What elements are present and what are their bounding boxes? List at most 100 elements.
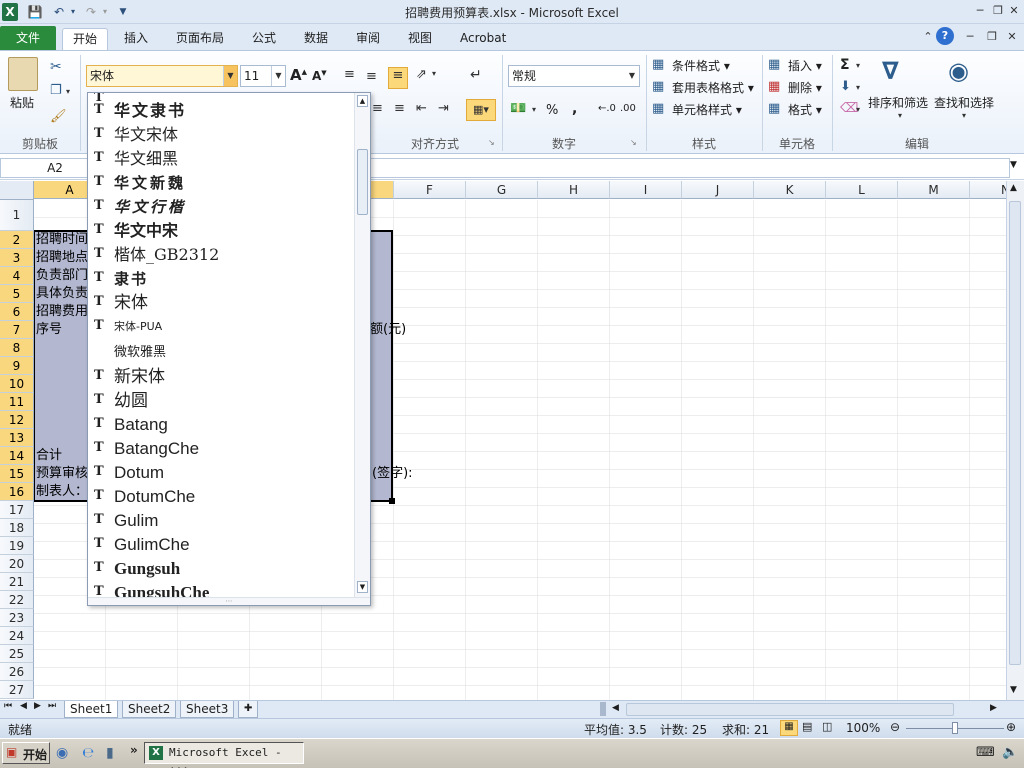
workbook-minimize-icon[interactable]: ─: [960, 28, 980, 46]
cell-a2[interactable]: 招聘时间: [34, 231, 88, 249]
font-option[interactable]: T 华文隶书: [88, 99, 354, 123]
tab-page-layout[interactable]: 页面布局: [166, 28, 234, 50]
font-option[interactable]: T Dotum: [88, 461, 354, 485]
cell-a14[interactable]: 合计: [34, 447, 62, 465]
cell-e15[interactable]: (签字):: [370, 465, 413, 483]
format-cells-button[interactable]: 格式 ▾: [788, 101, 822, 118]
page-break-view-icon[interactable]: ◫: [822, 720, 832, 733]
decrease-decimal-icon[interactable]: .00: [620, 103, 636, 114]
alignment-launcher-icon[interactable]: ↘: [488, 138, 495, 147]
row-header[interactable]: 11: [0, 393, 34, 411]
font-option[interactable]: T 宋体: [88, 291, 354, 315]
row-header[interactable]: 3: [0, 249, 34, 267]
row-header[interactable]: 4: [0, 267, 34, 285]
align-right-icon[interactable]: ≡: [394, 101, 405, 116]
row-header[interactable]: 24: [0, 627, 34, 645]
sort-filter-icon[interactable]: ∇: [882, 57, 899, 85]
format-painter-icon[interactable]: 🖌: [50, 109, 67, 124]
align-middle-icon[interactable]: ≡: [366, 69, 377, 84]
orientation-dropdown-icon[interactable]: ▾: [432, 69, 436, 78]
font-option[interactable]: T 幼圆: [88, 389, 354, 413]
row-header[interactable]: 19: [0, 537, 34, 555]
column-header[interactable]: L: [826, 181, 898, 199]
column-header[interactable]: J: [682, 181, 754, 199]
currency-format-icon[interactable]: 💵: [510, 101, 526, 116]
row-header[interactable]: 21: [0, 573, 34, 591]
number-format-dropdown-icon[interactable]: ▼: [625, 66, 639, 86]
resize-grip-icon[interactable]: ⋯: [88, 597, 370, 605]
align-bottom-icon[interactable]: ≡: [388, 67, 408, 89]
font-size-value[interactable]: 11: [244, 69, 259, 83]
tab-insert[interactable]: 插入: [114, 28, 158, 50]
sheet-tab-sheet1[interactable]: Sheet1: [64, 701, 119, 718]
tab-review[interactable]: 审阅: [346, 28, 390, 50]
delete-cells-button[interactable]: 删除 ▾: [788, 79, 822, 96]
row-header[interactable]: 1: [0, 200, 34, 231]
zoom-out-icon[interactable]: ⊖: [890, 720, 900, 734]
select-all-corner[interactable]: [0, 181, 34, 200]
font-scroll-thumb[interactable]: [357, 149, 368, 215]
cell-a6[interactable]: 招聘费用: [34, 303, 88, 321]
font-list-scrollbar[interactable]: ▲ ▼: [354, 93, 370, 597]
row-header[interactable]: 17: [0, 501, 34, 519]
fill-icon[interactable]: ⬇: [840, 79, 851, 94]
cell-styles-icon[interactable]: ▦: [652, 101, 664, 116]
font-option[interactable]: T 新宋体: [88, 365, 354, 389]
row-header[interactable]: 8: [0, 339, 34, 357]
font-name-combobox[interactable]: 宋体 ▼: [86, 65, 238, 87]
font-option[interactable]: T 华文新魏: [88, 171, 354, 195]
minimize-ribbon-icon[interactable]: ⌃: [918, 28, 938, 46]
row-header[interactable]: 20: [0, 555, 34, 573]
row-header[interactable]: 10: [0, 375, 34, 393]
shrink-font-icon[interactable]: A▼: [312, 69, 327, 83]
cell-a16[interactable]: 制表人：: [34, 483, 88, 501]
insert-sheet-icon[interactable]: ✚: [238, 701, 259, 718]
column-header[interactable]: K: [754, 181, 826, 199]
cut-icon[interactable]: ✂: [50, 59, 62, 75]
font-option[interactable]: T 华文中宋: [88, 219, 354, 243]
font-dropdown-list[interactable]: T​ T华文隶书 T华文宋体 T华文细黑 T华文新魏 T华文行楷 T华文中宋 T…: [87, 92, 371, 606]
workbook-close-icon[interactable]: ✕: [1002, 28, 1022, 46]
copy-icon[interactable]: ❐: [50, 83, 62, 98]
grow-font-icon[interactable]: A▲: [290, 66, 307, 84]
tab-home[interactable]: 开始: [62, 28, 109, 50]
row-header[interactable]: 2: [0, 231, 34, 249]
insert-cells-icon[interactable]: ▦: [768, 57, 780, 72]
font-scroll-down-icon[interactable]: ▼: [357, 581, 368, 593]
cell-a7[interactable]: 序号: [34, 321, 62, 339]
column-header[interactable]: F: [394, 181, 466, 199]
currency-dropdown-icon[interactable]: ▾: [532, 105, 536, 114]
cell-a5[interactable]: 具体负责: [34, 285, 88, 303]
find-select-icon[interactable]: ◉: [948, 57, 969, 85]
wrap-text-icon[interactable]: ↵: [470, 67, 482, 83]
row-header[interactable]: 13: [0, 429, 34, 447]
format-as-table-button[interactable]: 套用表格格式 ▾: [672, 79, 754, 96]
tab-file[interactable]: 文件: [0, 26, 57, 50]
paste-button[interactable]: 粘贴: [10, 94, 34, 111]
font-option[interactable]: T DotumChe: [88, 485, 354, 509]
cell-a3[interactable]: 招聘地点: [34, 249, 88, 267]
row-header[interactable]: 9: [0, 357, 34, 375]
row-header[interactable]: 14: [0, 447, 34, 465]
last-sheet-icon[interactable]: ⏭: [48, 701, 56, 711]
quicklaunch-explorer-icon[interactable]: ◉: [56, 745, 68, 761]
hscroll-right-icon[interactable]: ▶: [990, 703, 997, 713]
number-format-value[interactable]: 常规: [512, 69, 536, 83]
zoom-level[interactable]: 100%: [846, 721, 880, 735]
percent-style-button[interactable]: %: [546, 103, 558, 118]
row-header[interactable]: 18: [0, 519, 34, 537]
taskbar-excel-window[interactable]: X Microsoft Excel - ...: [144, 742, 304, 768]
paste-icon[interactable]: [8, 57, 38, 91]
keyboard-tray-icon[interactable]: ⌨: [976, 745, 995, 760]
sheet-tab-sheet3[interactable]: Sheet3: [180, 701, 235, 718]
delete-cells-icon[interactable]: ▦: [768, 79, 780, 94]
align-center-icon[interactable]: ≡: [372, 101, 383, 116]
autosum-dropdown-icon[interactable]: ▾: [856, 61, 860, 70]
page-layout-view-icon[interactable]: ▤: [802, 720, 812, 733]
number-launcher-icon[interactable]: ↘: [630, 138, 637, 147]
row-header[interactable]: 5: [0, 285, 34, 303]
font-option[interactable]: T 华文行楷: [88, 195, 354, 219]
font-option[interactable]: T 楷体_GB2312: [88, 243, 354, 267]
quicklaunch-more-icon[interactable]: »: [130, 743, 138, 757]
volume-tray-icon[interactable]: 🔈: [1002, 745, 1018, 760]
